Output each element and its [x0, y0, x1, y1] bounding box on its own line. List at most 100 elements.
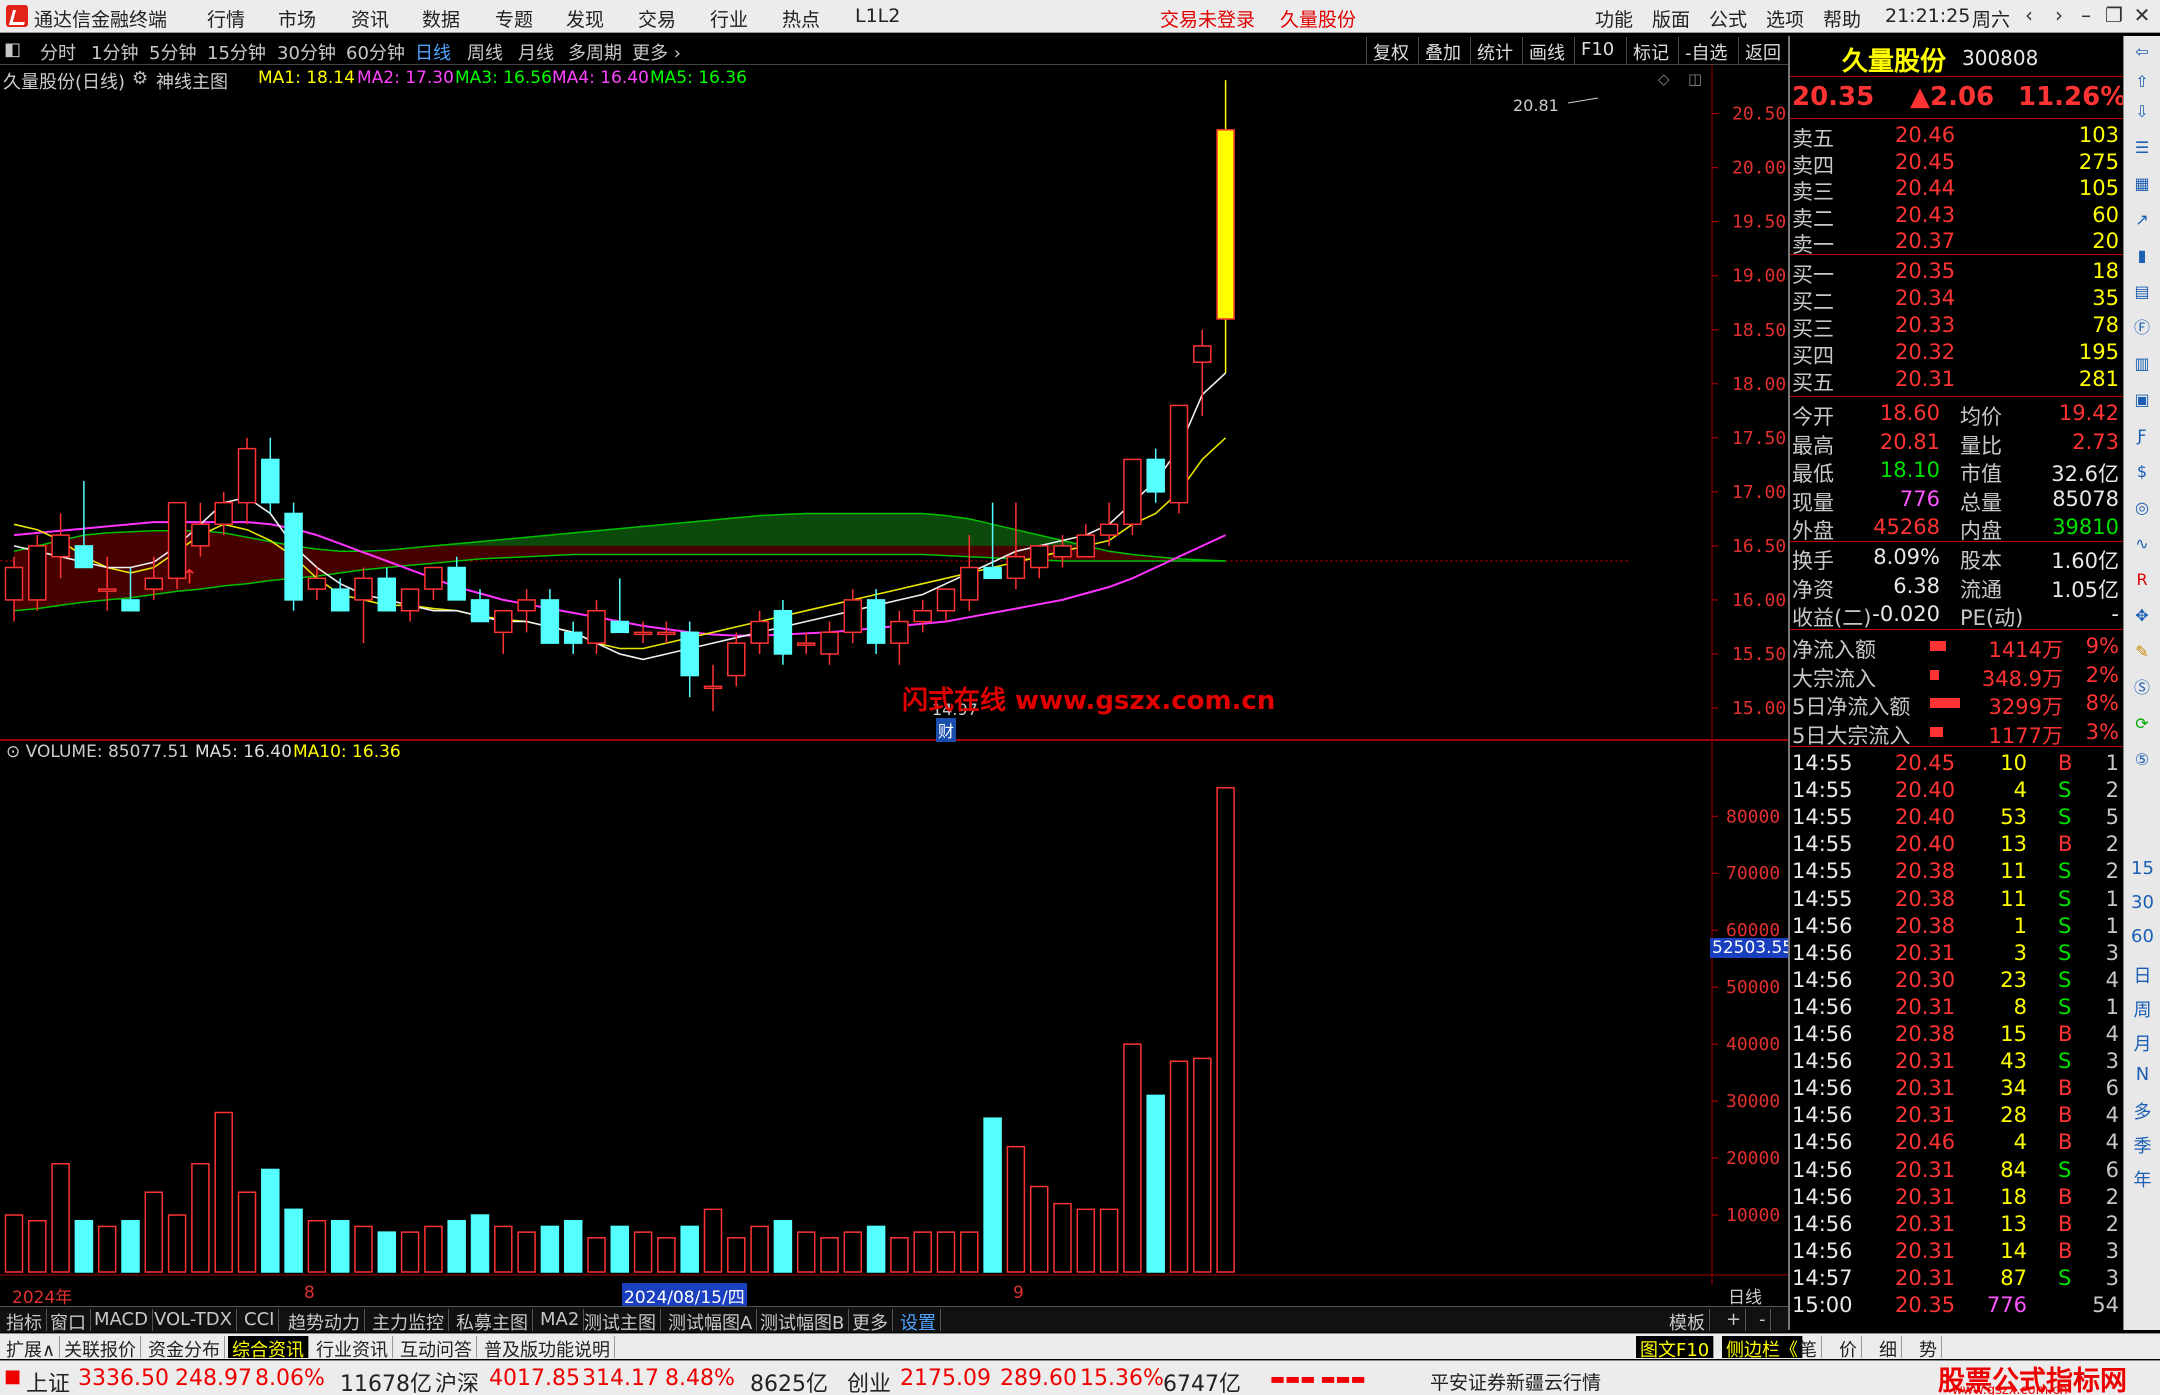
menu-item-l1l2[interactable]: L1L2	[855, 5, 900, 27]
volume-bar[interactable]	[517, 1231, 536, 1273]
menu-item-banmian[interactable]: 版面	[1652, 5, 1690, 32]
volume-bar[interactable]	[1076, 1208, 1096, 1273]
candle-body[interactable]	[936, 588, 956, 612]
candle-body[interactable]	[563, 631, 583, 644]
period-multi[interactable]: 多周期	[568, 39, 622, 65]
menu-item-shuju[interactable]: 数据	[422, 5, 460, 32]
side-period-quarter[interactable]: 季	[2124, 1132, 2160, 1158]
indicator-tab[interactable]: 指标	[2, 1309, 47, 1334]
diejia-button[interactable]: 叠加	[1418, 37, 1467, 64]
candle-body[interactable]	[610, 620, 630, 634]
side-period-n[interactable]: N	[2124, 1064, 2160, 1085]
volume-bar[interactable]	[494, 1225, 513, 1273]
candle-body[interactable]	[1076, 534, 1096, 558]
volume-bar[interactable]	[237, 1191, 257, 1273]
period-monthly[interactable]: 月线	[518, 39, 554, 65]
bid-row[interactable]: 买四 20.32 195	[1790, 339, 2123, 368]
info-tab[interactable]: 综合资讯	[228, 1336, 309, 1361]
volume-bar[interactable]	[1123, 1043, 1142, 1273]
info-tab[interactable]: 普及版功能说明	[480, 1336, 615, 1361]
move-icon[interactable]: ✥	[2130, 604, 2154, 628]
period-30min[interactable]: 30分钟	[277, 39, 336, 65]
volume-bar[interactable]	[563, 1219, 583, 1273]
info-tab-right[interactable]: 价	[1835, 1336, 1862, 1361]
candle-body[interactable]	[1123, 458, 1142, 526]
info-tab[interactable]: 资金分布	[144, 1336, 225, 1361]
side-period-15[interactable]: 15	[2124, 858, 2160, 879]
biaoji-button[interactable]: 标记	[1626, 37, 1675, 64]
indicator-tab[interactable]: 趋势动力	[284, 1309, 365, 1334]
volume-bar[interactable]	[1169, 1060, 1189, 1273]
menu-item-jiaoyi[interactable]: 交易	[638, 5, 676, 32]
indicator-tab[interactable]: 主力监控	[368, 1309, 449, 1334]
volume-bar[interactable]	[773, 1219, 793, 1273]
candle-body[interactable]	[727, 642, 746, 677]
menu-item-hangqing[interactable]: 行情	[207, 5, 245, 32]
candle-body[interactable]	[51, 534, 70, 558]
candle-body[interactable]	[750, 620, 769, 644]
volume-bar[interactable]	[144, 1191, 164, 1273]
arrow-up-icon[interactable]: ⇧	[2130, 70, 2154, 94]
ask-row[interactable]: 卖五 20.46 103	[1790, 122, 2123, 151]
volume-bar[interactable]	[1099, 1208, 1119, 1273]
candle-body[interactable]	[796, 642, 816, 646]
info-tab-right[interactable]: 笔	[1795, 1336, 1822, 1361]
tongji-button[interactable]: 统计	[1470, 37, 1519, 64]
candle-body[interactable]	[960, 566, 979, 601]
menu-item-gongshi[interactable]: 公式	[1709, 5, 1747, 32]
volume-bar[interactable]	[633, 1231, 653, 1273]
indicator-tab[interactable]: 私募主图	[452, 1309, 533, 1334]
indicator-tab[interactable]: CCI	[240, 1309, 280, 1331]
volume-bar[interactable]	[424, 1225, 443, 1273]
candle-body[interactable]	[1193, 345, 1212, 363]
volume-bar[interactable]	[261, 1168, 280, 1273]
volume-bar[interactable]	[214, 1111, 233, 1273]
volume-bar[interactable]	[936, 1231, 956, 1273]
window-toggle-icon[interactable]: ◧	[4, 39, 21, 60]
candle-body[interactable]	[191, 523, 210, 547]
fz-icon[interactable]: Ƒ	[2130, 424, 2154, 448]
candle-body[interactable]	[587, 609, 606, 644]
sz-index-label[interactable]: 沪深	[435, 1366, 479, 1395]
volume-bar[interactable]	[167, 1214, 187, 1273]
candle-body[interactable]	[237, 447, 257, 504]
candle-body[interactable]	[703, 685, 723, 690]
candle-body[interactable]	[424, 566, 443, 590]
candle-body[interactable]	[657, 631, 676, 636]
bid-row[interactable]: 买五 20.31 281	[1790, 366, 2123, 395]
candle-body[interactable]	[121, 599, 140, 612]
candle-body[interactable]	[377, 577, 397, 612]
candle-body[interactable]	[354, 577, 373, 601]
candle-body[interactable]	[494, 609, 513, 634]
candle-body[interactable]	[1216, 129, 1235, 320]
fuquan-button[interactable]: 复权	[1366, 37, 1415, 64]
volume-bar[interactable]	[354, 1225, 373, 1273]
arrow-left-icon[interactable]: ⇦	[2130, 40, 2154, 64]
bid-row[interactable]: 买二 20.34 35	[1790, 285, 2123, 314]
volume-bar[interactable]	[4, 1214, 24, 1273]
volume-bar[interactable]	[330, 1219, 350, 1273]
candle-body[interactable]	[28, 545, 47, 601]
candle-body[interactable]	[1099, 523, 1119, 536]
candle-body[interactable]	[540, 599, 560, 644]
minimize-icon[interactable]: –	[2072, 3, 2100, 29]
side-period-year[interactable]: 年	[2124, 1166, 2160, 1192]
huaxian-button[interactable]: 画线	[1522, 37, 1571, 64]
volume-bar[interactable]	[1029, 1185, 1049, 1273]
indicator-tab[interactable]: 测试幅图A	[664, 1309, 758, 1334]
back-button[interactable]: 返回	[1738, 37, 1787, 64]
volume-bar[interactable]	[843, 1231, 863, 1273]
candle-body[interactable]	[1146, 458, 1165, 493]
ask-row[interactable]: 卖二 20.43 60	[1790, 202, 2123, 231]
menu-item-zixun[interactable]: 资讯	[351, 5, 389, 32]
candle-body[interactable]	[843, 599, 863, 634]
candle-body[interactable]	[820, 631, 839, 655]
candle-body[interactable]	[983, 566, 1002, 580]
candle-body[interactable]	[284, 512, 303, 601]
volume-bar[interactable]	[447, 1219, 466, 1273]
menu-item-zhuanti[interactable]: 专题	[495, 5, 533, 32]
cy-index-label[interactable]: 创业	[847, 1366, 891, 1395]
candle-body[interactable]	[447, 566, 466, 601]
volume-bar[interactable]	[470, 1214, 490, 1273]
zoom-in-button[interactable]: +	[1722, 1309, 1747, 1331]
